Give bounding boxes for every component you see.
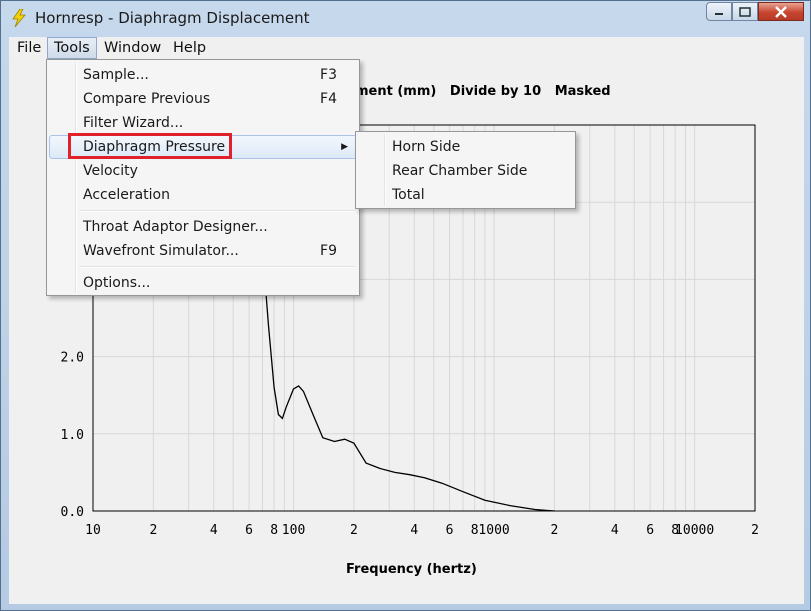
x-tick-label: 2 (149, 523, 157, 538)
submenu-item-horn-side[interactable]: Horn Side (358, 135, 573, 159)
menu-item-options[interactable]: Options... (49, 271, 357, 295)
x-tick-label: 2 (350, 523, 358, 538)
x-tick-label: 8 (270, 523, 278, 538)
tools-menu: Sample... F3 Compare Previous F4 Filter Wi… (46, 59, 360, 296)
x-tick-label: 8 (471, 523, 479, 538)
x-tick-label: 6 (646, 523, 654, 538)
x-tick-label: 10000 (675, 523, 714, 538)
x-tick-label: 2 (751, 523, 759, 538)
x-tick-label: 10 (85, 523, 101, 538)
menu-item-compare-previous[interactable]: Compare Previous F4 (49, 87, 357, 111)
menu-item-sample[interactable]: Sample... F3 (49, 63, 357, 87)
x-tick-label: 2 (551, 523, 559, 538)
y-tick-label: 0.0 (61, 505, 84, 520)
chart-title: ment (mm) Divide by 10 Masked (355, 84, 611, 99)
x-tick-label: 4 (611, 523, 619, 538)
menu-item-filter-wizard[interactable]: Filter Wizard... (49, 111, 357, 135)
x-axis-ticks: 10 2 4 6 8 100 2 4 6 8 1000 2 4 6 810000 2 (85, 523, 759, 538)
submenu-item-rear-chamber-side[interactable]: Rear Chamber Side (358, 159, 573, 183)
submenu-arrow-icon: ▶ (341, 142, 348, 152)
y-tick-label: 1.0 (61, 428, 84, 443)
x-tick-label: 100 (282, 523, 305, 538)
menu-item-throat-adaptor-designer[interactable]: Throat Adaptor Designer... (49, 215, 357, 239)
menu-separator (79, 266, 355, 268)
y-tick-label: 2.0 (61, 351, 84, 366)
menu-item-velocity[interactable]: Velocity (49, 159, 357, 183)
x-tick-label: 1000 (478, 523, 509, 538)
x-axis-label: Frequency (hertz) (346, 562, 477, 577)
menu-item-wavefront-simulator[interactable]: Wavefront Simulator... F9 (49, 239, 357, 263)
x-tick-label: 6 (245, 523, 253, 538)
menu-item-acceleration[interactable]: Acceleration (49, 183, 357, 207)
x-tick-label: 4 (210, 523, 218, 538)
submenu-item-total[interactable]: Total (358, 183, 573, 207)
x-tick-label: 6 (446, 523, 454, 538)
diaphragm-pressure-submenu: Horn Side Rear Chamber Side Total (355, 131, 576, 209)
x-tick-label: 4 (410, 523, 418, 538)
menu-separator (79, 210, 355, 212)
highlight-annotation-box (68, 133, 232, 159)
